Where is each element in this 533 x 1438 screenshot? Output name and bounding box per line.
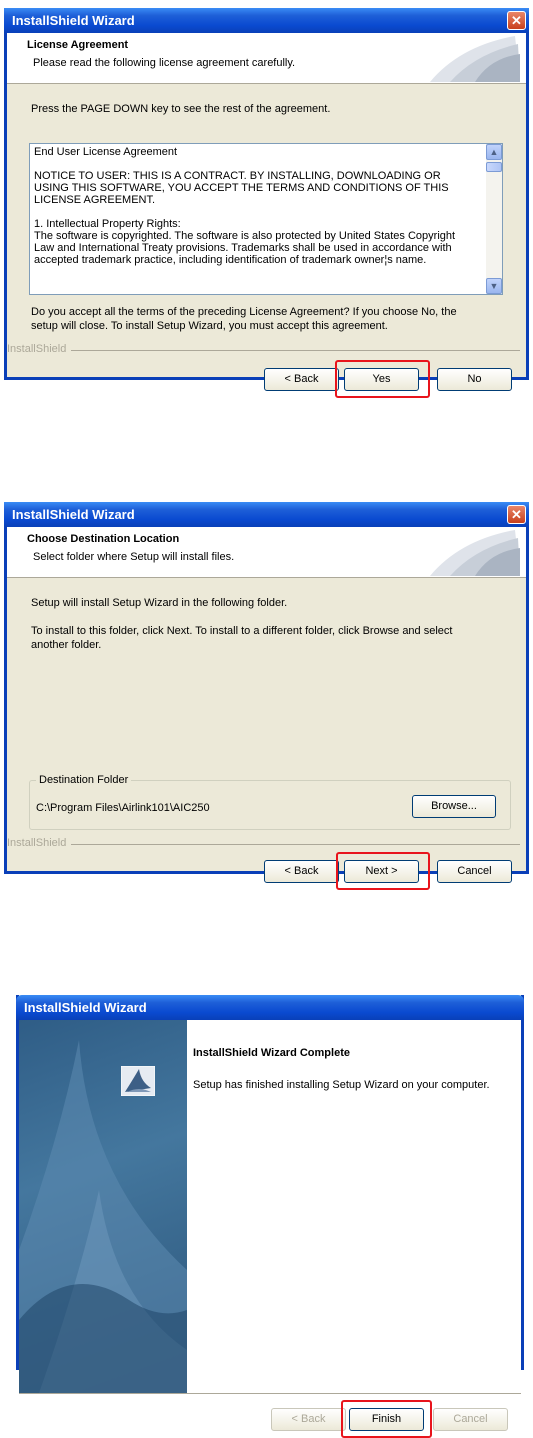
wizard-side-panel — [19, 1020, 187, 1393]
eula-line: NOTICE TO USER: THIS IS A CONTRACT. BY I… — [34, 170, 441, 182]
eula-line — [30, 206, 484, 218]
eula-line — [30, 158, 484, 170]
license-agreement-dialog: InstallShield Wizard ✕ License Agreement… — [4, 8, 529, 398]
eula-line: USING THIS SOFTWARE, YOU ACCEPT THE TERM… — [34, 182, 449, 194]
eula-line: accepted trademark practice, including i… — [34, 254, 427, 266]
header-subtitle: Please read the following license agreem… — [33, 57, 296, 69]
back-button[interactable]: < Back — [271, 1408, 346, 1431]
back-button[interactable]: < Back — [264, 368, 339, 391]
eula-scrollbar[interactable]: ▲ ▼ — [486, 144, 502, 294]
question-text-line2: setup will close. To install Setup Wizar… — [31, 320, 388, 332]
installshield-label: InstallShield — [7, 837, 67, 849]
eula-line: Law and International Treaty provisions.… — [34, 242, 452, 254]
destination-folder-group: Destination Folder C:\Program Files\Airl… — [29, 774, 511, 830]
complete-dialog: InstallShield Wizard InstallShield Wizar… — [16, 995, 524, 1438]
titlebar[interactable]: InstallShield Wizard ✕ — [4, 8, 529, 33]
titlebar[interactable]: InstallShield Wizard ✕ — [4, 502, 529, 527]
cancel-button[interactable]: Cancel — [437, 860, 512, 883]
browse-button[interactable]: Browse... — [412, 795, 496, 818]
eula-line: 1. Intellectual Property Rights: — [34, 218, 181, 230]
complete-title: InstallShield Wizard Complete — [193, 1047, 350, 1059]
eula-line: LICENSE AGREEMENT. — [34, 194, 156, 206]
close-icon[interactable]: ✕ — [507, 11, 526, 30]
window-title: InstallShield Wizard — [24, 1000, 147, 1015]
page-curl-art-icon — [430, 36, 520, 82]
eula-textbox[interactable]: End User License Agreement NOTICE TO USE… — [29, 143, 503, 295]
header-title: License Agreement — [27, 39, 129, 51]
close-icon[interactable]: ✕ — [507, 505, 526, 524]
scroll-down-icon[interactable]: ▼ — [486, 278, 502, 294]
titlebar[interactable]: InstallShield Wizard — [16, 995, 524, 1020]
info-text-line3: another folder. — [31, 639, 102, 651]
installshield-label: InstallShield — [7, 343, 67, 355]
highlight-box — [341, 1400, 432, 1438]
info-text-line1: Setup will install Setup Wizard in the f… — [31, 597, 288, 609]
sail-art-icon — [19, 1040, 187, 1393]
window-title: InstallShield Wizard — [12, 507, 135, 522]
installshield-logo-icon — [121, 1066, 155, 1096]
info-text-line2: To install to this folder, click Next. T… — [31, 625, 453, 637]
divider — [71, 844, 520, 845]
highlight-box — [336, 852, 430, 890]
content-panel: InstallShield Wizard Complete Setup has … — [187, 1020, 521, 1393]
question-text-line1: Do you accept all the terms of the prece… — [31, 306, 457, 318]
instruction-text: Press the PAGE DOWN key to see the rest … — [31, 103, 331, 115]
scroll-up-icon[interactable]: ▲ — [486, 144, 502, 160]
destination-dialog: InstallShield Wizard ✕ Choose Destinatio… — [4, 502, 529, 890]
back-button[interactable]: < Back — [264, 860, 339, 883]
cancel-button[interactable]: Cancel — [433, 1408, 508, 1431]
eula-line: The software is copyrighted. The softwar… — [34, 230, 456, 242]
highlight-box — [335, 360, 430, 398]
header-title: Choose Destination Location — [27, 533, 180, 545]
complete-message: Setup has finished installing Setup Wiza… — [193, 1079, 490, 1091]
destination-folder-label: Destination Folder — [36, 774, 132, 786]
button-bar — [19, 1393, 521, 1394]
wizard-header: License Agreement Please read the follow… — [7, 33, 526, 84]
wizard-header: Choose Destination Location Select folde… — [7, 527, 526, 578]
window-title: InstallShield Wizard — [12, 13, 135, 28]
no-button[interactable]: No — [437, 368, 512, 391]
page-curl-art-icon — [430, 530, 520, 576]
scroll-thumb[interactable] — [486, 162, 502, 172]
divider — [71, 350, 520, 351]
eula-line: End User License Agreement — [34, 146, 178, 158]
folder-path: C:\Program Files\Airlink101\AIC250 — [36, 802, 210, 814]
header-subtitle: Select folder where Setup will install f… — [33, 551, 235, 563]
